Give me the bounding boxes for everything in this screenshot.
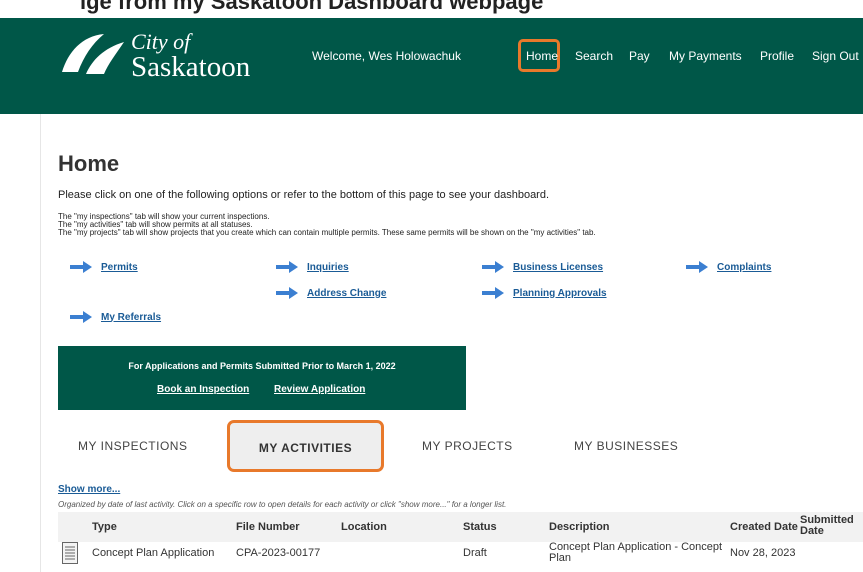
nav-search[interactable]: Search <box>575 49 613 63</box>
site-header: City of Saskatoon Welcome, Wes Holowachu… <box>0 18 863 114</box>
document-icon <box>62 542 78 564</box>
nav-sign-out[interactable]: Sign Out <box>812 49 859 63</box>
col-created-date[interactable]: Created Date <box>730 521 798 533</box>
page-title: Home <box>58 151 120 176</box>
nav-my-payments[interactable]: My Payments <box>669 49 742 63</box>
brand-wordmark[interactable]: City of Saskatoon <box>131 29 251 83</box>
quicklink-complaints[interactable]: Complaints <box>686 258 771 276</box>
business-licenses-link[interactable]: Business Licenses <box>513 262 603 273</box>
review-application-link[interactable]: Review Application <box>274 384 365 395</box>
content-left-border <box>40 114 41 572</box>
arrow-right-icon <box>482 287 504 299</box>
complaints-link[interactable]: Complaints <box>717 262 771 273</box>
welcome-text: Welcome, Wes Holowachuk <box>312 49 461 63</box>
planning-approvals-link[interactable]: Planning Approvals <box>513 288 607 299</box>
address-change-link[interactable]: Address Change <box>307 288 386 299</box>
table-row[interactable]: Concept Plan Application CPA-2023-00177 … <box>58 542 863 572</box>
show-more-link[interactable]: Show more... <box>58 484 120 495</box>
brand-city: City of <box>131 29 191 54</box>
top-caption-text: ige from my Saskatoon Dashboard webpage <box>80 0 544 14</box>
tab-my-activities-label: MY ACTIVITIES <box>258 441 353 455</box>
dashboard-tabs: MY INSPECTIONS MY PROJECTS MY BUSINESSES <box>58 422 863 470</box>
nav-home[interactable]: Home <box>526 49 558 63</box>
quicklink-business-licenses[interactable]: Business Licenses <box>482 258 603 276</box>
top-caption: ige from my Saskatoon Dashboard webpage <box>0 0 863 18</box>
brand-name: Saskatoon <box>131 51 251 83</box>
tab-my-inspections[interactable]: MY INSPECTIONS <box>78 439 187 453</box>
quicklink-address-change[interactable]: Address Change <box>276 284 386 302</box>
quicklink-planning-approvals[interactable]: Planning Approvals <box>482 284 607 302</box>
cell-type: Concept Plan Application <box>92 547 215 559</box>
my-referrals-link[interactable]: My Referrals <box>101 312 161 323</box>
cell-created-date: Nov 28, 2023 <box>730 547 796 559</box>
arrow-right-icon <box>70 311 92 323</box>
col-type[interactable]: Type <box>92 521 117 533</box>
col-description[interactable]: Description <box>549 521 610 533</box>
city-logo-icon <box>62 34 124 74</box>
quicklink-my-referrals[interactable]: My Referrals <box>70 308 161 326</box>
col-submitted-date[interactable]: Submitted Date <box>800 515 856 537</box>
table-header: Type File Number Location Status Descrip… <box>58 512 863 542</box>
arrow-right-icon <box>276 287 298 299</box>
nav-profile[interactable]: Profile <box>760 49 794 63</box>
legacy-banner: For Applications and Permits Submitted P… <box>58 346 466 410</box>
nav-pay[interactable]: Pay <box>629 49 650 63</box>
banner-title: For Applications and Permits Submitted P… <box>128 361 396 371</box>
col-status[interactable]: Status <box>463 521 497 533</box>
tab-my-businesses[interactable]: MY BUSINESSES <box>574 439 678 453</box>
inquiries-link[interactable]: Inquiries <box>307 262 349 273</box>
book-inspection-link[interactable]: Book an Inspection <box>157 384 249 395</box>
quicklink-permits[interactable]: Permits <box>70 258 138 276</box>
arrow-right-icon <box>70 261 92 273</box>
arrow-right-icon <box>686 261 708 273</box>
permits-link[interactable]: Permits <box>101 262 138 273</box>
tab-my-projects[interactable]: MY PROJECTS <box>422 439 513 453</box>
cell-file-number: CPA-2023-00177 <box>236 547 321 559</box>
arrow-right-icon <box>276 261 298 273</box>
col-file-number[interactable]: File Number <box>236 521 300 533</box>
intro-text: Please click on one of the following opt… <box>58 189 550 201</box>
cell-description: Concept Plan Application - Concept Plan <box>549 541 723 564</box>
note-projects: The "my projects" tab will show projects… <box>58 228 596 237</box>
tab-notes: The "my inspections" tab will show your … <box>58 213 596 237</box>
table-note: Organized by date of last activity. Clic… <box>58 500 507 509</box>
quicklink-inquiries[interactable]: Inquiries <box>276 258 349 276</box>
col-location[interactable]: Location <box>341 521 387 533</box>
cell-status: Draft <box>463 547 487 559</box>
arrow-right-icon <box>482 261 504 273</box>
tab-my-activities[interactable]: MY ACTIVITIES <box>227 420 384 472</box>
